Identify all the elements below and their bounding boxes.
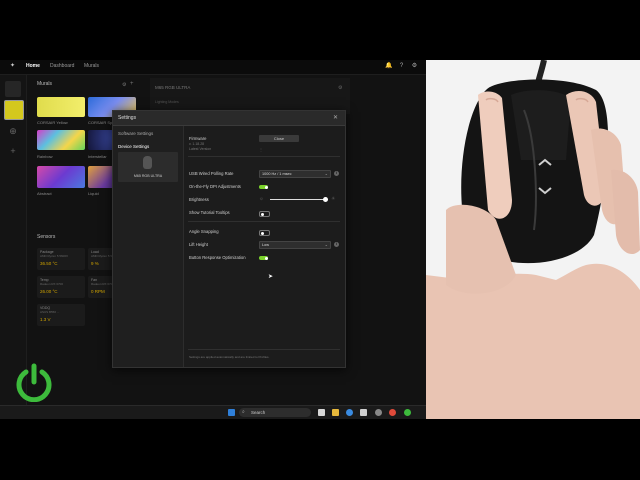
info-icon[interactable]: i — [334, 242, 339, 247]
mouse-cursor-icon: ➤ — [268, 274, 274, 280]
tab-home[interactable]: Home — [26, 63, 40, 69]
lift-height-value: Low — [262, 242, 269, 247]
murals-title: Murals — [37, 81, 53, 87]
sensor-source: AMD Ryzen 5 5600X — [40, 254, 69, 258]
chevron-down-icon: ⌄ — [324, 242, 328, 247]
mural-tile-rainbow[interactable] — [37, 130, 85, 150]
help-icon[interactable]: ? — [398, 63, 405, 70]
murals-add-icon[interactable]: + — [130, 81, 134, 87]
chevron-down-icon: ⌄ — [324, 171, 328, 176]
bell-icon[interactable]: 🔔 — [385, 63, 392, 70]
device-mouse-button[interactable] — [4, 100, 24, 120]
device-card-title: M65 RGB ULTRA — [155, 85, 191, 90]
icue-icon[interactable] — [375, 409, 382, 416]
button-opt-toggle[interactable] — [259, 256, 268, 260]
otf-dpi-toggle[interactable] — [259, 185, 268, 189]
sensor-value: 36.50 °C — [40, 261, 58, 266]
angle-snapping-label: Angle Snapping — [189, 229, 219, 234]
info-icon[interactable]: i — [334, 171, 339, 176]
tab-murals[interactable]: Murals — [84, 63, 99, 69]
tooltips-toggle[interactable] — [259, 211, 270, 217]
mural-label: Rainbow — [37, 154, 53, 159]
divider — [188, 221, 340, 222]
sensor-card[interactable]: VDDQ ASUS B550 ... 1.3 V — [37, 304, 85, 326]
file-explorer-icon[interactable] — [332, 409, 339, 416]
sensor-value: 26.00 °C — [40, 289, 58, 294]
sensors-title: Sensors — [37, 234, 56, 240]
device-card-sub: Lighting Modes — [155, 100, 179, 104]
divider — [188, 349, 340, 350]
firmware-label: Firmware — [189, 136, 207, 141]
device-name: M65 RGB ULTRA — [133, 174, 163, 178]
brightness-high-icon: ☀ — [331, 196, 336, 202]
windows-start-icon[interactable] — [228, 409, 235, 416]
taskbar-search-input[interactable]: ⌕ Search — [239, 408, 311, 417]
camera-photo — [426, 60, 640, 419]
mural-label: Liquid — [88, 191, 99, 196]
rail-home-button[interactable] — [5, 81, 21, 97]
sensor-source: Radeon RX 6700 — [40, 282, 64, 286]
sensor-value: 1.3 V — [40, 317, 51, 322]
power-logo-icon — [14, 362, 54, 403]
power-app-icon[interactable] — [404, 409, 411, 416]
sensor-card[interactable]: Package AMD Ryzen 5 5600X 36.50 °C — [37, 248, 85, 270]
murals-settings-icon[interactable]: ⚙ — [122, 82, 126, 88]
mural-label: Interstellar — [88, 154, 107, 159]
angle-snapping-toggle[interactable] — [259, 230, 270, 236]
settings-icon[interactable]: ⚙ — [411, 63, 418, 70]
button-opt-label: Button Response Optimization — [189, 255, 246, 260]
polling-rate-label: USB Wired Polling Rate — [189, 171, 234, 176]
device-card-selected[interactable]: M65 RGB ULTRA — [118, 152, 178, 182]
sensor-source: ASUS B550 ... — [40, 310, 60, 314]
brightness-low-icon: ☼ — [259, 196, 264, 202]
tooltips-label: Show Tutorial Tooltips — [189, 210, 230, 215]
polling-rate-value: 1000 Hz / 1 msec — [262, 171, 292, 176]
edge-icon[interactable] — [346, 409, 353, 416]
corsair-logo-icon: ✦ — [10, 63, 16, 69]
device-card[interactable]: M65 RGB ULTRA Lighting Modes ⚙ — [150, 78, 350, 114]
sensor-value: 0 RPM — [91, 289, 105, 294]
nav-device-settings[interactable]: Device Settings — [118, 144, 149, 149]
mural-tile-yellow[interactable] — [37, 97, 85, 117]
hand-mouse-illustration — [426, 60, 640, 419]
device-card-settings-icon[interactable]: ⚙ — [338, 85, 342, 91]
firmware-version: v. 1.18.28 — [189, 142, 205, 146]
task-view-icon[interactable] — [318, 409, 325, 416]
chrome-icon[interactable] — [389, 409, 396, 416]
polling-rate-select[interactable]: 1000 Hz / 1 msec ⌄ — [259, 170, 331, 178]
sensor-source: Radeon RX 6700 — [91, 282, 115, 286]
firmware-close-button[interactable]: Close — [259, 135, 299, 142]
sensor-value: 9 % — [91, 261, 99, 266]
brightness-label: Brightness — [189, 197, 209, 202]
close-icon[interactable]: ✕ — [333, 114, 338, 121]
dialog-title: Settings — [118, 115, 137, 121]
settings-dialog: Settings ✕ Software Settings Device Sett… — [112, 110, 346, 368]
mural-label: CORSAIR Yellow — [37, 120, 68, 125]
tab-dashboard[interactable]: Dashboard — [50, 63, 74, 69]
dialog-header: Settings ✕ — [113, 111, 345, 126]
add-device-icon[interactable]: + — [5, 143, 21, 159]
app-screen: ✦ Home Dashboard Murals 🔔 ? ⚙ ⊕ + Murals… — [0, 60, 426, 419]
lift-height-label: Lift Height — [189, 242, 208, 247]
otf-dpi-label: On-the-Fly DPI Adjustments — [189, 184, 241, 189]
lift-height-select[interactable]: Low ⌄ — [259, 241, 331, 249]
rail-link-icon[interactable]: ⊕ — [5, 123, 21, 139]
settings-sidebar: Software Settings Device Settings M65 RG… — [113, 126, 184, 367]
firmware-latest: Latest Version — [189, 147, 212, 151]
search-icon: ⌕ — [242, 409, 245, 415]
top-nav-bar: ✦ Home Dashboard Murals 🔔 ? ⚙ — [0, 60, 426, 75]
divider — [188, 156, 340, 157]
search-label: Search — [251, 410, 266, 415]
nav-software-settings[interactable]: Software Settings — [118, 131, 153, 136]
mouse-icon — [143, 156, 152, 169]
firmware-info-icon: ⋮ — [259, 147, 263, 152]
brightness-slider[interactable] — [270, 199, 328, 200]
settings-footer-note: Settings are applied automatically and a… — [189, 355, 270, 359]
mural-label: Abstract — [37, 191, 52, 196]
mural-tile-abstract[interactable] — [37, 166, 85, 188]
store-icon[interactable] — [360, 409, 367, 416]
brightness-slider-handle[interactable] — [322, 197, 328, 202]
sensor-card[interactable]: Temp Radeon RX 6700 26.00 °C — [37, 276, 85, 298]
windows-taskbar: ⌕ Search — [0, 405, 426, 419]
